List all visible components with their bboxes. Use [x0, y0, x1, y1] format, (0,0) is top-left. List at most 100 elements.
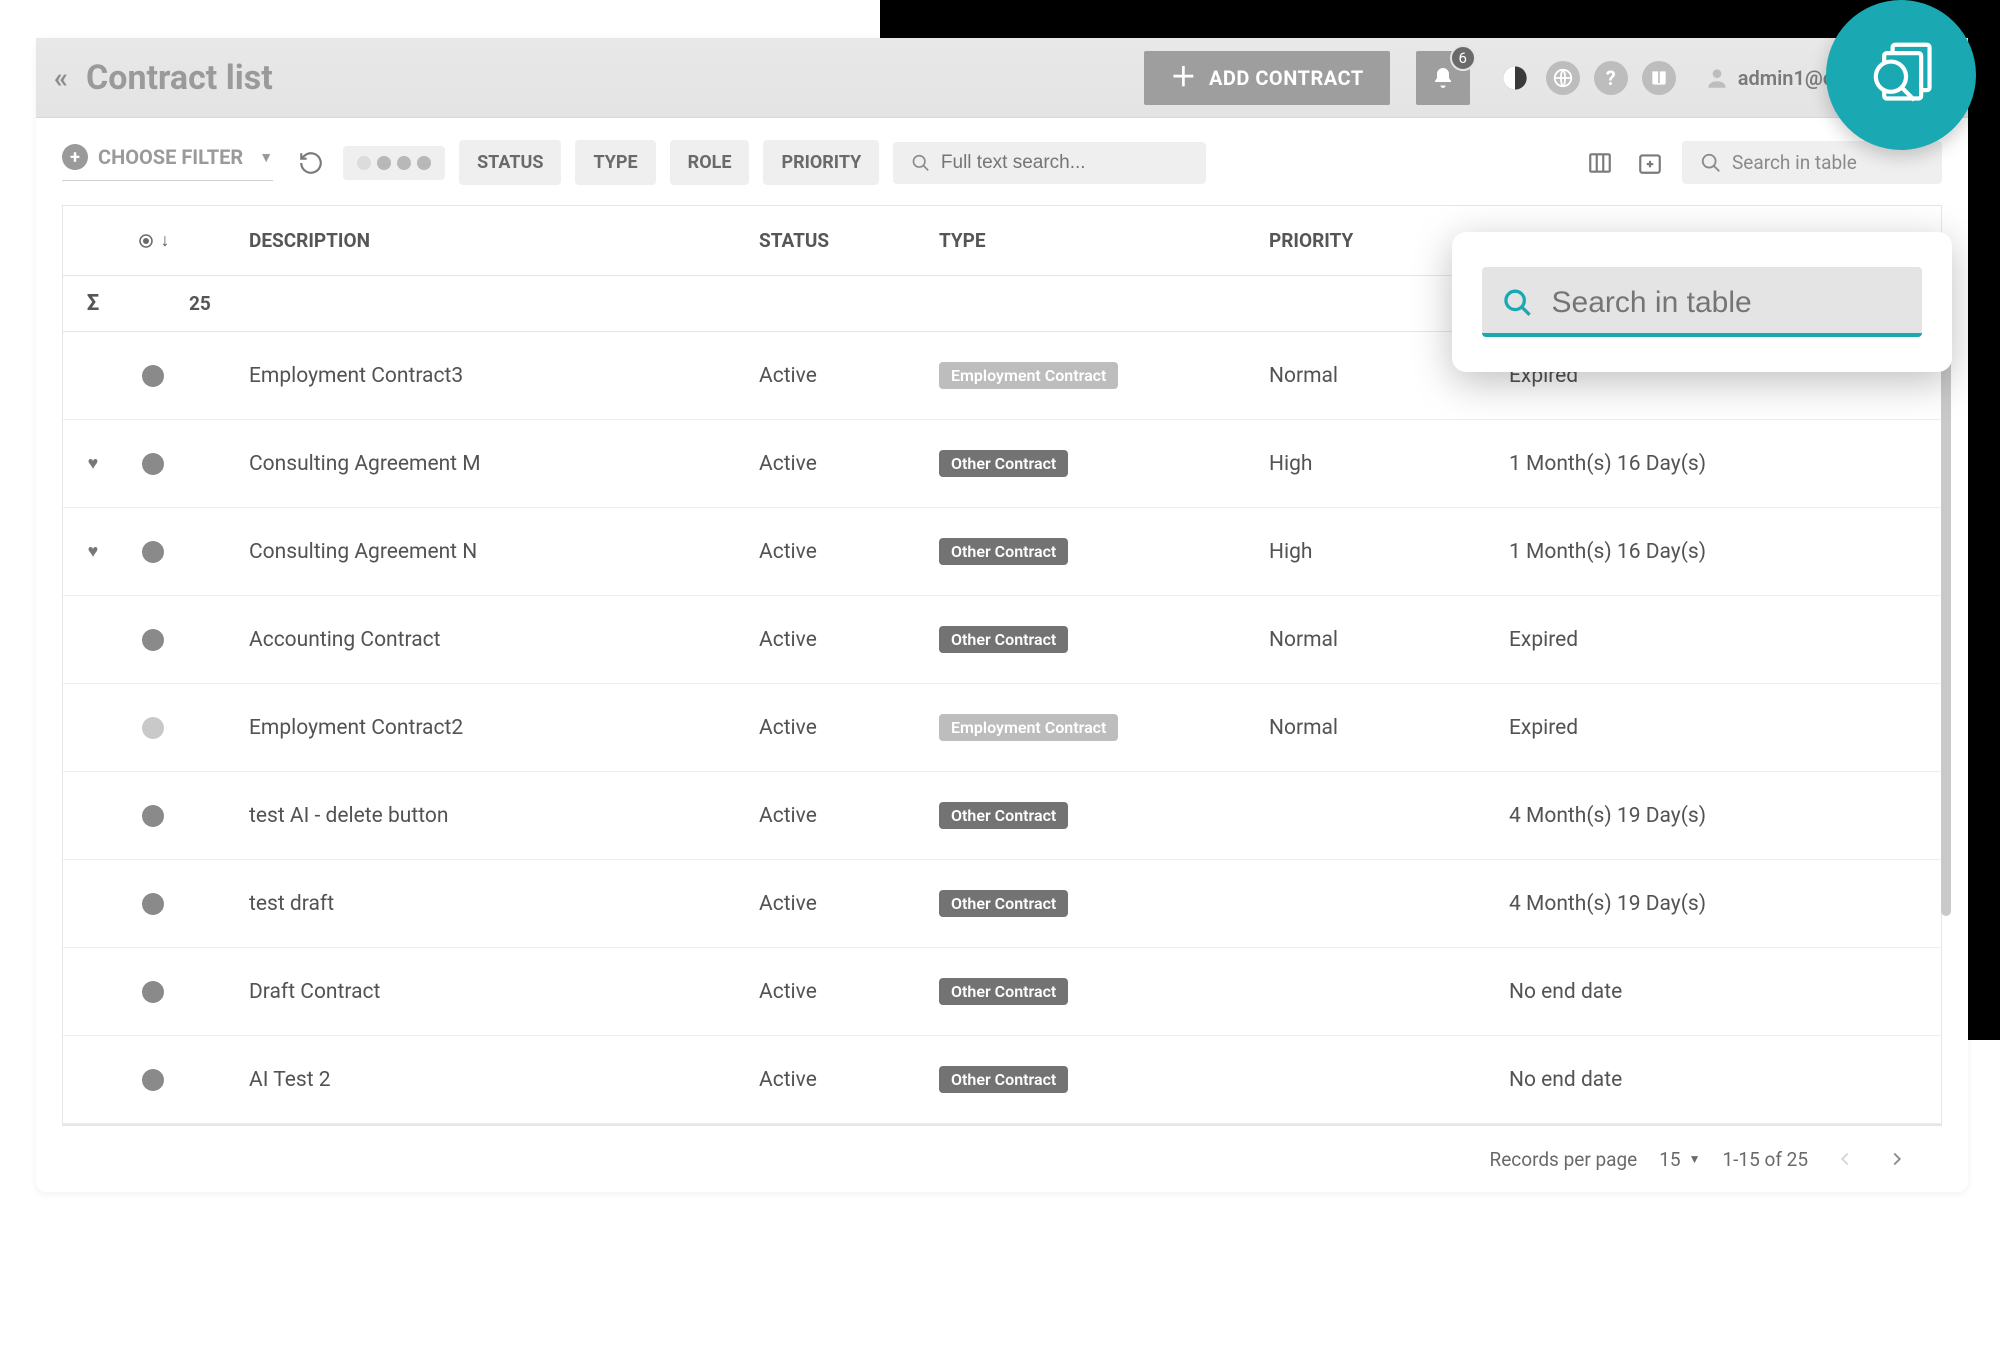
cell-status: Active — [753, 892, 933, 916]
search-icon — [911, 152, 931, 174]
export-button[interactable] — [1632, 145, 1668, 181]
filter-chip-priority[interactable]: PRIORITY — [763, 140, 879, 185]
choose-filter-dropdown[interactable]: + CHOOSE FILTER ▼ — [62, 144, 273, 181]
decorative-black-top — [880, 0, 2000, 38]
notification-count-badge: 6 — [1450, 45, 1476, 71]
cell-end: No end date — [1503, 980, 1903, 1004]
cell-status: Active — [753, 540, 933, 564]
cell-end: 1 Month(s) 16 Day(s) — [1503, 452, 1903, 476]
filter-chip-role[interactable]: ROLE — [670, 140, 750, 185]
help-button[interactable]: ? — [1594, 61, 1628, 95]
book-icon — [1649, 68, 1669, 88]
cell-description: Employment Contract2 — [243, 716, 753, 740]
next-page-button[interactable] — [1882, 1144, 1912, 1174]
search-pages-icon — [1859, 33, 1943, 117]
add-contract-button[interactable]: ＋ ADD CONTRACT — [1144, 51, 1389, 105]
cell-priority: Normal — [1263, 628, 1503, 652]
cell-status: Active — [753, 364, 933, 388]
collapse-sidebar-button[interactable]: « — [54, 61, 68, 94]
globe-icon — [1552, 67, 1574, 89]
cell-end: Expired — [1503, 628, 1903, 652]
language-button[interactable] — [1546, 61, 1580, 95]
table-row[interactable]: AI Test 2ActiveOther Contract No end date — [63, 1036, 1941, 1124]
fulltext-search-input[interactable] — [941, 152, 1188, 174]
col-type[interactable]: TYPE — [933, 229, 1263, 252]
favorite-toggle[interactable]: ♥ — [63, 453, 123, 474]
col-status[interactable]: STATUS — [753, 229, 933, 252]
status-dot-icon — [142, 453, 164, 475]
page-size-select[interactable]: 15 ▼ — [1659, 1148, 1700, 1171]
status-dot-icon — [142, 805, 164, 827]
sort-indicator[interactable]: ↓ — [123, 230, 183, 251]
add-contract-label: ADD CONTRACT — [1209, 66, 1364, 90]
search-feature-badge — [1826, 0, 1976, 150]
columns-icon — [1587, 150, 1613, 176]
choose-filter-label: CHOOSE FILTER — [98, 145, 243, 169]
cell-description: Consulting Agreement M — [243, 452, 753, 476]
fulltext-search[interactable] — [893, 142, 1206, 184]
table-row[interactable]: Draft ContractActiveOther ContractNo end… — [63, 948, 1941, 1036]
chevron-right-icon — [1886, 1148, 1908, 1170]
type-tag: Other Contract — [939, 450, 1068, 477]
cell-status: Active — [753, 980, 933, 1004]
status-dot-icon — [142, 629, 164, 651]
cell-end: 4 Month(s) 19 Day(s) — [1503, 892, 1903, 916]
type-tag: Employment Contract — [939, 362, 1118, 389]
table-row[interactable]: test AI - delete buttonActiveOther Contr… — [63, 772, 1941, 860]
columns-button[interactable] — [1582, 145, 1618, 181]
cell-description: AI Test 2 — [243, 1068, 753, 1092]
contrast-icon — [1501, 64, 1529, 92]
cell-status: Active — [753, 716, 933, 740]
col-description[interactable]: DESCRIPTION — [243, 229, 753, 252]
page-range: 1-15 of 25 — [1722, 1148, 1808, 1171]
type-tag: Other Contract — [939, 802, 1068, 829]
table-row[interactable]: Accounting ContractActiveOther ContractN… — [63, 596, 1941, 684]
table-row[interactable]: test draftActiveOther Contract 4 Month(s)… — [63, 860, 1941, 948]
cell-status: Active — [753, 452, 933, 476]
filter-chip-status[interactable]: STATUS — [459, 140, 561, 185]
cell-description: test draft — [243, 892, 753, 916]
cell-end: 4 Month(s) 19 Day(s) — [1503, 804, 1903, 828]
cell-priority: High — [1263, 540, 1503, 564]
refresh-button[interactable] — [293, 145, 329, 181]
search-icon — [1502, 285, 1534, 321]
cell-status: Active — [753, 1068, 933, 1092]
type-tag: Other Contract — [939, 890, 1068, 917]
type-tag: Other Contract — [939, 1066, 1068, 1093]
cell-description: Employment Contract3 — [243, 364, 753, 388]
cell-end: Expired — [1503, 716, 1903, 740]
prev-page-button[interactable] — [1830, 1144, 1860, 1174]
cell-description: Draft Contract — [243, 980, 753, 1004]
page-title: Contract list — [86, 58, 273, 98]
target-icon — [137, 232, 155, 250]
search-in-table-callout-field[interactable] — [1482, 267, 1922, 337]
status-filter-traffic[interactable] — [343, 146, 445, 180]
table-row[interactable]: Employment Contract2ActiveEmployment Con… — [63, 684, 1941, 772]
scrollbar-thumb[interactable] — [1941, 356, 1951, 916]
table-row[interactable]: ♥Consulting Agreement NActiveOther Contr… — [63, 508, 1941, 596]
type-tag: Other Contract — [939, 626, 1068, 653]
search-in-table-callout — [1452, 232, 1952, 372]
question-icon: ? — [1606, 66, 1616, 90]
caret-down-icon: ▼ — [259, 149, 273, 166]
cell-description: Accounting Contract — [243, 628, 753, 652]
docs-button[interactable] — [1642, 61, 1676, 95]
filter-toolbar: + CHOOSE FILTER ▼ STATUS TYPE ROLE PRIOR… — [36, 118, 1968, 197]
status-dot-icon — [142, 365, 164, 387]
favorite-toggle[interactable]: ♥ — [63, 541, 123, 562]
calendar-plus-icon — [1637, 150, 1663, 176]
topbar: « Contract list ＋ ADD CONTRACT 6 ? — [36, 38, 1968, 118]
plus-icon: ＋ — [1170, 65, 1197, 91]
filter-chip-type[interactable]: TYPE — [575, 140, 655, 185]
cell-end: No end date — [1503, 1068, 1903, 1092]
notifications-button[interactable]: 6 — [1416, 51, 1470, 105]
cell-description: test AI - delete button — [243, 804, 753, 828]
traffic-dot-icon — [417, 156, 431, 170]
search-in-table-callout-input[interactable] — [1552, 286, 1902, 320]
search-in-table-placeholder: Search in table — [1732, 151, 1857, 174]
contrast-toggle[interactable] — [1498, 61, 1532, 95]
caret-down-icon: ▼ — [1689, 1152, 1701, 1166]
traffic-dot-icon — [377, 156, 391, 170]
table-row[interactable]: ♥ Consulting Agreement MActiveOther Contr… — [63, 420, 1941, 508]
search-icon — [1700, 152, 1722, 174]
